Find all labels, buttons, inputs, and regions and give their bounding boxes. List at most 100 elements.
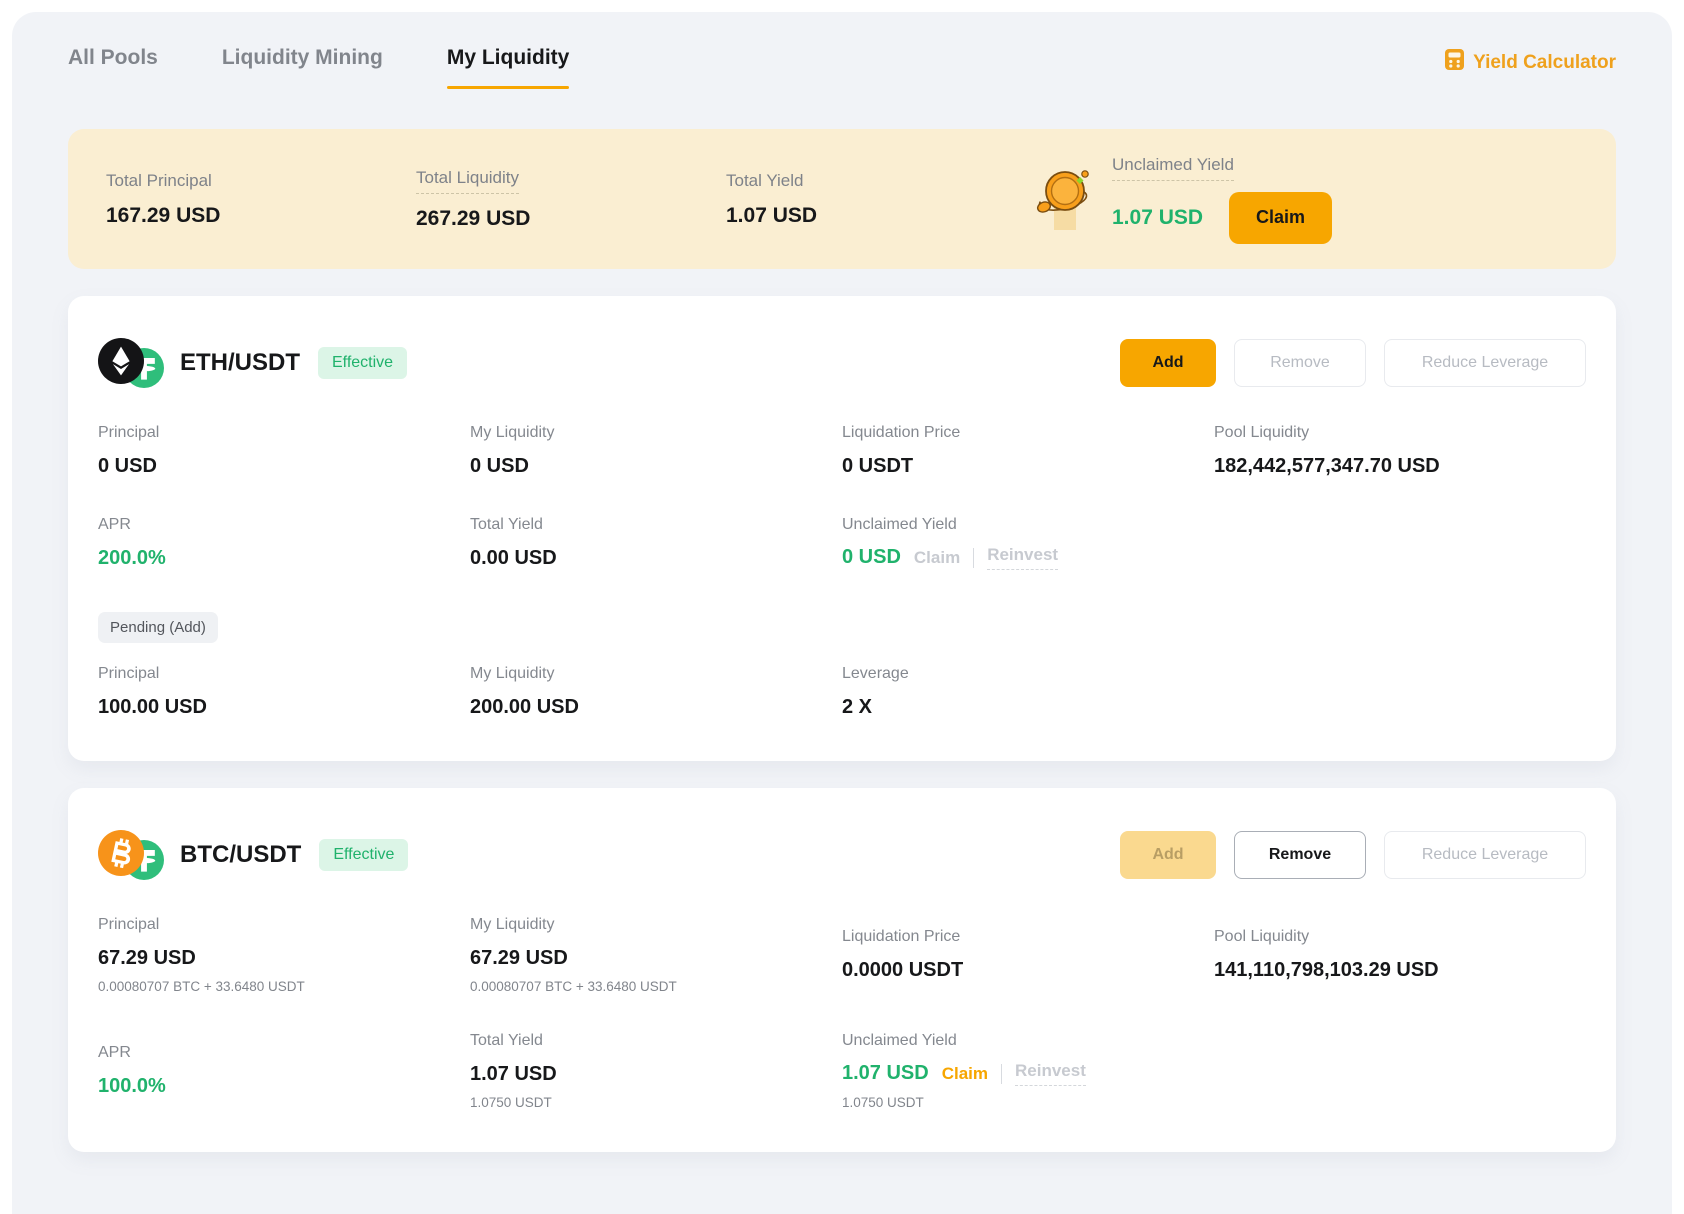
principal-sub-value: 0.00080707 BTC + 33.6480 USDT [98,979,470,994]
unclaimed-yield-inner: Unclaimed Yield 1.07 USD Claim [1112,155,1332,244]
pair-name: BTC/USDT [180,841,301,869]
unclaimed-yield-value: 1.07 USD [842,1062,929,1085]
total-yield-block: Total Yield 1.07 USD [726,171,1036,228]
pending-leverage-value: 2 X [842,696,1214,719]
liquidation-price-value: 0.0000 USDT [842,959,1214,982]
liquidation-price-label: Liquidation Price [842,424,1214,442]
yield-calculator-label: Yield Calculator [1473,52,1616,74]
pool-liquidity-value: 141,110,798,103.29 USD [1214,959,1586,982]
pending-add-badge: Pending (Add) [98,612,218,643]
pool-card-eth-usdt: ETH/USDT Effective Add Remove Reduce Lev… [68,296,1616,761]
pair-name: ETH/USDT [180,349,300,377]
total-yield-value: 1.07 USD [726,204,1036,228]
reinvest-link[interactable]: Reinvest [987,545,1058,570]
total-yield-label: Total Yield [726,171,804,191]
unclaimed-yield-label[interactable]: Unclaimed Yield [1112,155,1234,181]
principal-label: Principal [98,916,470,934]
tab-all-pools[interactable]: All Pools [68,46,158,70]
eth-icon [98,338,144,389]
principal-stat: Principal 67.29 USD 0.00080707 BTC + 33.… [98,916,470,994]
total-liquidity-label[interactable]: Total Liquidity [416,168,519,194]
pool-liquidity-label: Pool Liquidity [1214,424,1586,442]
liquidation-price-stat: Liquidation Price 0 USDT [842,424,1214,478]
apr-value: 100.0% [98,1075,470,1098]
unclaimed-yield-sub-value: 1.0750 USDT [842,1095,1214,1110]
my-liquidity-stat: My Liquidity 0 USD [470,424,842,478]
principal-value: 0 USD [98,455,470,478]
link-divider [973,548,974,568]
liquidation-price-label: Liquidation Price [842,928,1214,946]
remove-button[interactable]: Remove [1234,831,1366,879]
tab-my-liquidity-label: My Liquidity [447,46,570,69]
total-yield-sub-value: 1.0750 USDT [470,1095,842,1110]
apr-label: APR [98,1044,470,1062]
my-liquidity-label: My Liquidity [470,916,842,934]
apr-stat: APR 100.0% [98,1044,470,1098]
my-liquidity-value: 0 USD [470,455,842,478]
add-button[interactable]: Add [1120,339,1216,387]
total-yield-value: 1.07 USD [470,1063,842,1086]
pending-leverage-stat: Leverage 2 X [842,665,1214,719]
total-liquidity-value: 267.29 USD [416,207,726,231]
pending-my-liquidity-value: 200.00 USD [470,696,842,719]
total-yield-value: 0.00 USD [470,547,842,570]
pool-liquidity-value: 182,442,577,347.70 USD [1214,455,1586,478]
pool-liquidity-stat: Pool Liquidity 141,110,798,103.29 USD [1214,928,1586,982]
principal-stat: Principal 0 USD [98,424,470,478]
reduce-leverage-button[interactable]: Reduce Leverage [1384,831,1586,879]
unclaimed-yield-block: Unclaimed Yield 1.07 USD Claim [1036,155,1332,244]
tab-liquidity-mining[interactable]: Liquidity Mining [222,46,383,70]
pending-my-liquidity-label: My Liquidity [470,665,842,683]
total-yield-stat: Total Yield 0.00 USD [470,516,842,570]
reinvest-link[interactable]: Reinvest [1015,1061,1086,1086]
apr-label: APR [98,516,470,534]
total-yield-label: Total Yield [470,516,842,534]
btc-icon [98,830,144,881]
pending-principal-stat: Principal 100.00 USD [98,665,470,719]
claim-link[interactable]: Claim [942,1064,988,1084]
active-tab-underline [447,86,570,89]
calculator-icon [1444,48,1465,77]
unclaimed-yield-stat: Unclaimed Yield 0 USD Claim Reinvest [842,516,1214,570]
unclaimed-yield-label: Unclaimed Yield [842,516,1214,534]
coin-illustration [1036,166,1094,232]
total-principal-label: Total Principal [106,171,212,191]
my-liquidity-label: My Liquidity [470,424,842,442]
pool-liquidity-label: Pool Liquidity [1214,928,1586,946]
claim-button[interactable]: Claim [1229,192,1332,244]
summary-banner: Total Principal 167.29 USD Total Liquidi… [68,129,1616,269]
my-liquidity-sub-value: 0.00080707 BTC + 33.6480 USDT [470,979,842,994]
total-principal-block: Total Principal 167.29 USD [106,171,416,228]
unclaimed-yield-label: Unclaimed Yield [842,1032,1214,1050]
pair-icons-eth-usdt [98,338,170,388]
total-yield-stat: Total Yield 1.07 USD 1.0750 USDT [470,1032,842,1110]
tab-my-liquidity[interactable]: My Liquidity [447,46,570,89]
liquidity-page-panel: All Pools Liquidity Mining My Liquidity … [12,12,1672,1214]
pending-principal-value: 100.00 USD [98,696,470,719]
unclaimed-yield-value: 1.07 USD [1112,206,1203,230]
my-liquidity-value: 67.29 USD [470,947,842,970]
principal-label: Principal [98,424,470,442]
liquidation-price-stat: Liquidation Price 0.0000 USDT [842,928,1214,982]
pair-icons-btc-usdt [98,830,170,880]
pending-leverage-label: Leverage [842,665,1214,683]
remove-button[interactable]: Remove [1234,339,1366,387]
pool-card-btc-usdt: BTC/USDT Effective Add Remove Reduce Lev… [68,788,1616,1152]
link-divider [1001,1064,1002,1084]
apr-value: 200.0% [98,547,470,570]
tabs-row: All Pools Liquidity Mining My Liquidity … [68,46,1616,89]
apr-stat: APR 200.0% [98,516,470,570]
pending-my-liquidity-stat: My Liquidity 200.00 USD [470,665,842,719]
unclaimed-yield-stat: Unclaimed Yield 1.07 USD Claim Reinvest … [842,1032,1214,1110]
reduce-leverage-button[interactable]: Reduce Leverage [1384,339,1586,387]
yield-calculator-link[interactable]: Yield Calculator [1444,46,1616,77]
my-liquidity-stat: My Liquidity 67.29 USD 0.00080707 BTC + … [470,916,842,994]
principal-value: 67.29 USD [98,947,470,970]
unclaimed-yield-value: 0 USD [842,546,901,569]
pending-principal-label: Principal [98,665,470,683]
claim-link[interactable]: Claim [914,548,960,568]
total-principal-value: 167.29 USD [106,204,416,228]
status-badge: Effective [318,347,407,379]
total-yield-label: Total Yield [470,1032,842,1050]
add-button[interactable]: Add [1120,831,1216,879]
